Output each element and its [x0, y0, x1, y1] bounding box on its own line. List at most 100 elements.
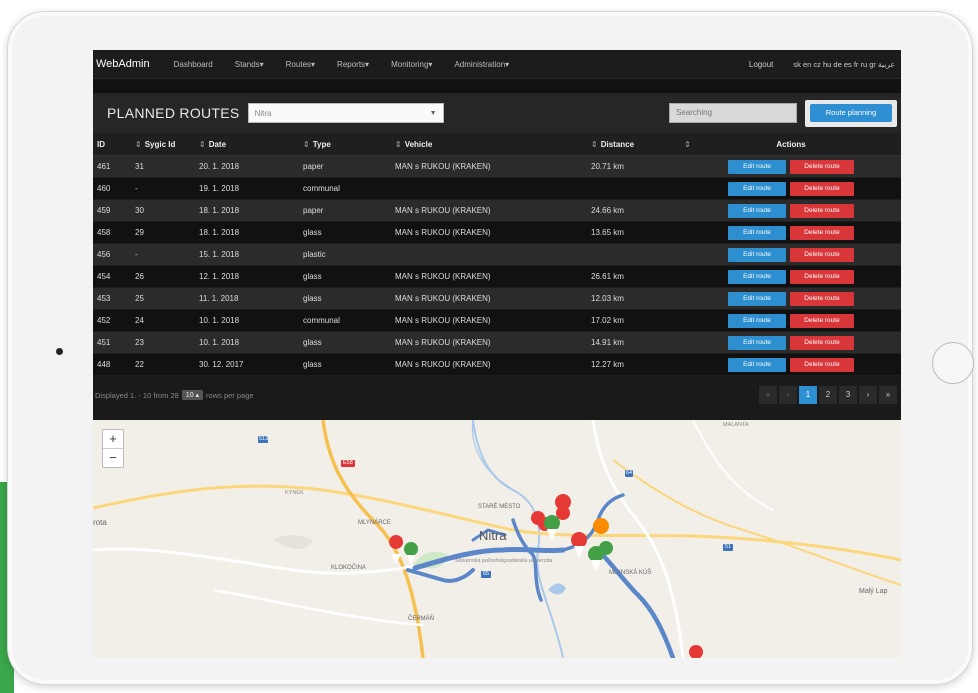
delete-route-button[interactable]: Delete route — [790, 335, 854, 350]
cell-type: communal — [299, 309, 391, 332]
table-row[interactable]: 460-19. 1. 2018 communal Edit route Delete … — [93, 177, 901, 200]
page-first-button[interactable]: « — [759, 386, 777, 404]
edit-route-button[interactable]: Edit route — [728, 269, 786, 284]
page-2-button[interactable]: 2 — [819, 386, 837, 404]
delete-route-button[interactable]: Delete route — [790, 181, 854, 196]
cell-vehicle — [391, 243, 587, 266]
page-next-button[interactable]: › — [859, 386, 877, 404]
cell-distance: 12.03 km — [587, 287, 681, 310]
cell-distance: 14.91 km — [587, 331, 681, 354]
route-planning-button[interactable]: Route planning — [810, 104, 892, 122]
col-header-distance[interactable]: ⇕ Distance ⇕ — [587, 133, 691, 156]
cell-actions: Edit route Delete route — [681, 309, 901, 332]
edit-route-button[interactable]: Edit route — [728, 225, 786, 240]
page-prev-button[interactable]: ‹ — [779, 386, 797, 404]
delete-route-button[interactable]: Delete route — [790, 247, 854, 262]
nav-dashboard[interactable]: Dashboard — [174, 60, 213, 69]
page-1-button[interactable]: 1 — [799, 386, 817, 404]
cell-actions: Edit route Delete route — [681, 331, 901, 354]
delete-route-button[interactable]: Delete route — [790, 313, 854, 328]
cell-sygic-id: 26 — [131, 265, 195, 288]
cell-sygic-id: 31 — [131, 155, 195, 178]
route-map[interactable]: + − Nitra MLYNÁRCE KLOKOČINA STARÉ MESTO… — [93, 420, 901, 658]
cell-vehicle: MAN s RUKOU (KRAKEN) — [391, 265, 587, 288]
header-spacer — [93, 79, 901, 93]
cell-date: 18. 1. 2018 — [195, 199, 299, 222]
cell-actions: Edit route Delete route — [681, 155, 901, 178]
cell-actions: Edit route Delete route — [681, 177, 901, 200]
nav-administration[interactable]: Administration▾ — [454, 60, 509, 69]
cell-sygic-id: - — [131, 177, 195, 200]
sort-icon: ⇕ — [199, 139, 206, 149]
table-row[interactable]: 461 31 20. 1. 2018 paper MAN s RUKOU (KRAKEN… — [93, 155, 901, 178]
sort-icon: ⇕ — [591, 139, 598, 149]
edit-route-button[interactable]: Edit route — [728, 247, 786, 262]
delete-route-button[interactable]: Delete route — [790, 203, 854, 218]
edit-route-button[interactable]: Edit route — [728, 335, 786, 350]
table-row[interactable]: 454 26 12. 1. 2018 glass MAN s RUKOU (KRAKEN… — [93, 265, 901, 288]
city-select[interactable]: Nitra ▼ — [247, 103, 444, 123]
delete-route-button[interactable]: Delete route — [790, 225, 854, 240]
cell-id: 448 — [93, 353, 131, 376]
table-row[interactable]: 456-15. 1. 2018 plastic Edit route Delete r… — [93, 243, 901, 266]
edit-route-button[interactable]: Edit route — [728, 357, 786, 372]
zoom-in-button[interactable]: + — [103, 430, 123, 449]
nav-stands[interactable]: Stands▾ — [235, 60, 264, 69]
cell-actions: Edit route Delete route — [681, 199, 901, 222]
delete-route-button[interactable]: Delete route — [790, 269, 854, 284]
col-header-type[interactable]: ⇕ Type — [299, 133, 391, 156]
edit-route-button[interactable]: Edit route — [728, 203, 786, 218]
table-row[interactable]: 459 30 18. 1. 2018 paper MAN s RUKOU (KRAKEN… — [93, 199, 901, 222]
cell-type: paper — [299, 155, 391, 178]
table-row[interactable]: 448 22 30. 12. 2017 glass MAN s RUKOU (KRAKE… — [93, 353, 901, 376]
page-3-button[interactable]: 3 — [839, 386, 857, 404]
delete-route-button[interactable]: Delete route — [790, 357, 854, 372]
cell-sygic-id: 23 — [131, 331, 195, 354]
table-row[interactable]: 451 23 10. 1. 2018 glass MAN s RUKOU (KRAKEN… — [93, 331, 901, 354]
edit-route-button[interactable]: Edit route — [728, 291, 786, 306]
cell-id: 451 — [93, 331, 131, 354]
zoom-out-button[interactable]: − — [103, 449, 123, 467]
map-marker[interactable] — [593, 518, 609, 534]
col-header-sygic[interactable]: ⇕ Sygic Id — [131, 133, 195, 156]
table-row[interactable]: 458 29 18. 1. 2018 glass MAN s RUKOU (KRAKEN… — [93, 221, 901, 244]
road-label-51: 51 — [725, 544, 732, 550]
cell-vehicle: MAN s RUKOU (KRAKEN) — [391, 155, 587, 178]
table-row[interactable]: 453 25 11. 1. 2018 glass MAN s RUKOU (KRAKEN… — [93, 287, 901, 310]
cell-vehicle: MAN s RUKOU (KRAKEN) — [391, 287, 587, 310]
col-header-id[interactable]: ID — [93, 133, 131, 156]
rows-per-page-select[interactable]: 10 ▴ — [181, 390, 204, 400]
home-button[interactable] — [932, 342, 974, 384]
nav-routes[interactable]: Routes▾ — [286, 60, 315, 69]
delete-route-button[interactable]: Delete route — [790, 159, 854, 174]
nav-monitoring[interactable]: Monitoring▾ — [391, 60, 432, 69]
language-switcher[interactable]: sk en cz hu de es fr ru gr عربية — [793, 60, 895, 69]
cell-id: 456 — [93, 243, 131, 266]
cell-sygic-id: 24 — [131, 309, 195, 332]
map-label-rota: rota — [93, 518, 107, 527]
delete-route-button[interactable]: Delete route — [790, 291, 854, 306]
col-header-vehicle[interactable]: ⇕ Vehicle — [391, 133, 587, 156]
nav-reports[interactable]: Reports▾ — [337, 60, 369, 69]
cell-type: communal — [299, 177, 391, 200]
cell-date: 30. 12. 2017 — [195, 353, 299, 376]
camera-icon — [56, 348, 63, 355]
cell-date: 11. 1. 2018 — [195, 287, 299, 310]
edit-route-button[interactable]: Edit route — [728, 159, 786, 174]
edit-route-button[interactable]: Edit route — [728, 313, 786, 328]
cell-distance: 20.71 km — [587, 155, 681, 178]
cell-actions: Edit route Delete route — [681, 265, 901, 288]
logout-link[interactable]: Logout — [749, 60, 773, 69]
page-last-button[interactable]: » — [879, 386, 897, 404]
road-label-e58: E58 — [343, 460, 353, 466]
cell-sygic-id: 22 — [131, 353, 195, 376]
col-header-date[interactable]: ⇕ Date — [195, 133, 299, 156]
table-row[interactable]: 452 24 10. 1. 2018 communal MAN s RUKOU (KRA… — [93, 309, 901, 332]
brand-logo[interactable]: WebAdmin — [96, 58, 150, 70]
chevron-down-icon: ▼ — [429, 109, 437, 117]
table-footer: Displayed 1. - 10 from 28 10 ▴ rows per … — [93, 376, 901, 414]
edit-route-button[interactable]: Edit route — [728, 181, 786, 196]
search-input[interactable]: Searching — [669, 103, 797, 123]
cell-distance — [587, 243, 681, 266]
cell-actions: Edit route Delete route — [681, 243, 901, 266]
